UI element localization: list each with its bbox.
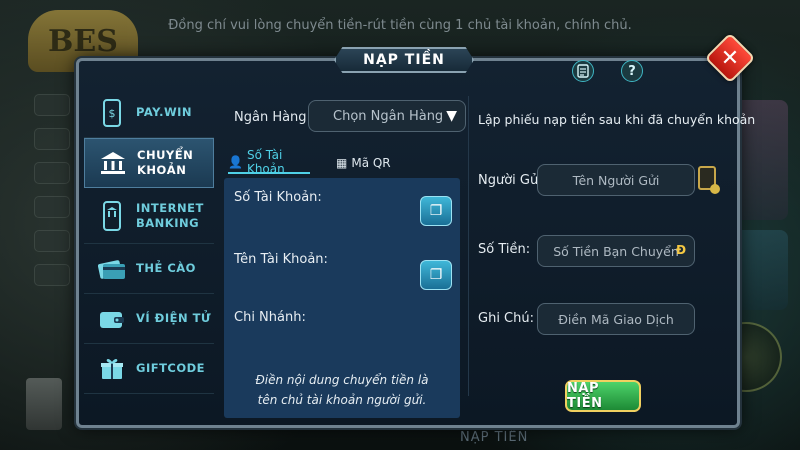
copy-account-number-button[interactable]: ❐ bbox=[420, 196, 452, 226]
memo-input[interactable]: Điền Mã Giao Dịch bbox=[537, 303, 695, 335]
sidebar-item-card[interactable]: THẺ CÀO bbox=[84, 244, 214, 294]
phone-dollar-icon: $ bbox=[94, 97, 130, 129]
bg-menu-button bbox=[34, 196, 70, 218]
account-number-label: Số Tài Khoản: bbox=[234, 190, 322, 205]
column-divider bbox=[468, 96, 469, 396]
close-icon: ✕ bbox=[720, 45, 740, 71]
sidebar-item-ewallet[interactable]: VÍ ĐIỆN TỬ bbox=[84, 294, 214, 344]
account-details: Số Tài Khoản: ❐ Tên Tài Khoản: ❐ Chi Nhá… bbox=[224, 178, 460, 418]
account-tabs: 👤 Số Tài Khoản ▦ Mã QR bbox=[224, 148, 466, 176]
sidebar-item-internet-banking[interactable]: INTERNET BANKING bbox=[84, 188, 214, 244]
sender-placeholder: Tên Người Gửi bbox=[572, 172, 660, 188]
copy-icon: ❐ bbox=[429, 203, 443, 219]
tab-qr-code[interactable]: ▦ Mã QR bbox=[336, 152, 391, 174]
bank-select[interactable]: Chọn Ngân Hàng ▼ bbox=[308, 100, 466, 132]
deposit-form-title: Lập phiếu nạp tiền sau khi đã chuyển kho… bbox=[478, 112, 756, 127]
sidebar-item-paywin[interactable]: $ PAY.WIN bbox=[84, 88, 214, 138]
submit-deposit-button[interactable]: NẠP TIỀN bbox=[565, 380, 641, 412]
history-icon[interactable] bbox=[572, 60, 594, 82]
gift-icon bbox=[94, 353, 130, 385]
bg-menu-button bbox=[34, 162, 70, 184]
sidebar-item-label: GIFTCODE bbox=[136, 361, 206, 375]
card-icon bbox=[94, 253, 130, 285]
memo-label: Ghi Chú: bbox=[478, 311, 534, 326]
bg-menu-button bbox=[34, 128, 70, 150]
sidebar-item-label: CHUYỂN KHOẢN bbox=[137, 148, 194, 177]
sidebar-item-label: PAY.WIN bbox=[136, 105, 193, 119]
transfer-note: Điền nội dung chuyển tiền là tên chủ tài… bbox=[255, 373, 429, 407]
top-notice: Đồng chí vui lòng chuyển tiền-rút tiền c… bbox=[168, 18, 632, 33]
bg-menu-button bbox=[34, 230, 70, 252]
help-icon[interactable]: ? bbox=[621, 60, 643, 82]
user-icon: 👤 bbox=[228, 155, 243, 169]
bg-all-button bbox=[34, 94, 70, 116]
clipboard-icon[interactable] bbox=[698, 166, 720, 194]
bank-label: Ngân Hàng: bbox=[234, 110, 311, 125]
bank-icon bbox=[95, 147, 131, 179]
tab-account-number[interactable]: 👤 Số Tài Khoản bbox=[228, 148, 310, 176]
payment-method-sidebar: $ PAY.WIN CHUYỂN KHOẢN INTERNET BANKING … bbox=[84, 88, 214, 398]
sender-label: Người Gửi: bbox=[478, 173, 547, 188]
tab-label: Số Tài Khoản bbox=[246, 148, 285, 176]
modal-title: NẠP TIỀN bbox=[334, 47, 474, 73]
mobile-banking-icon bbox=[94, 200, 130, 232]
amount-label: Số Tiền: bbox=[478, 242, 531, 257]
account-name-label: Tên Tài Khoản: bbox=[234, 252, 328, 267]
bank-info-panel: Ngân Hàng: Chọn Ngân Hàng ▼ 👤 Số Tài Kho… bbox=[218, 90, 466, 420]
copy-account-name-button[interactable]: ❐ bbox=[420, 260, 452, 290]
copy-icon: ❐ bbox=[429, 267, 443, 283]
svg-text:$: $ bbox=[109, 107, 116, 120]
tab-label: Mã QR bbox=[351, 156, 391, 170]
triangle-down-icon: ▼ bbox=[446, 108, 457, 124]
sidebar-item-label: THẺ CÀO bbox=[136, 261, 196, 275]
bank-select-value: Chọn Ngân Hàng bbox=[333, 108, 444, 124]
wallet-icon bbox=[94, 303, 130, 335]
amount-placeholder: Số Tiền Bạn Chuyển bbox=[553, 243, 679, 259]
bg-bottom-text: NẠP TIỀN bbox=[460, 430, 529, 445]
player-avatar bbox=[26, 378, 62, 430]
qr-icon: ▦ bbox=[336, 156, 348, 170]
amount-input[interactable]: Số Tiền Bạn Chuyển Đ bbox=[537, 235, 695, 267]
sidebar-item-giftcode[interactable]: GIFTCODE bbox=[84, 344, 214, 394]
sidebar-item-label: INTERNET BANKING bbox=[136, 200, 204, 230]
currency-symbol: Đ bbox=[675, 243, 686, 257]
memo-placeholder: Điền Mã Giao Dịch bbox=[558, 311, 674, 327]
bg-menu-button bbox=[34, 264, 70, 286]
sidebar-item-transfer[interactable]: CHUYỂN KHOẢN bbox=[84, 138, 214, 188]
sender-input[interactable]: Tên Người Gửi bbox=[537, 164, 695, 196]
sidebar-item-label: VÍ ĐIỆN TỬ bbox=[136, 311, 212, 325]
branch-label: Chi Nhánh: bbox=[234, 310, 306, 325]
